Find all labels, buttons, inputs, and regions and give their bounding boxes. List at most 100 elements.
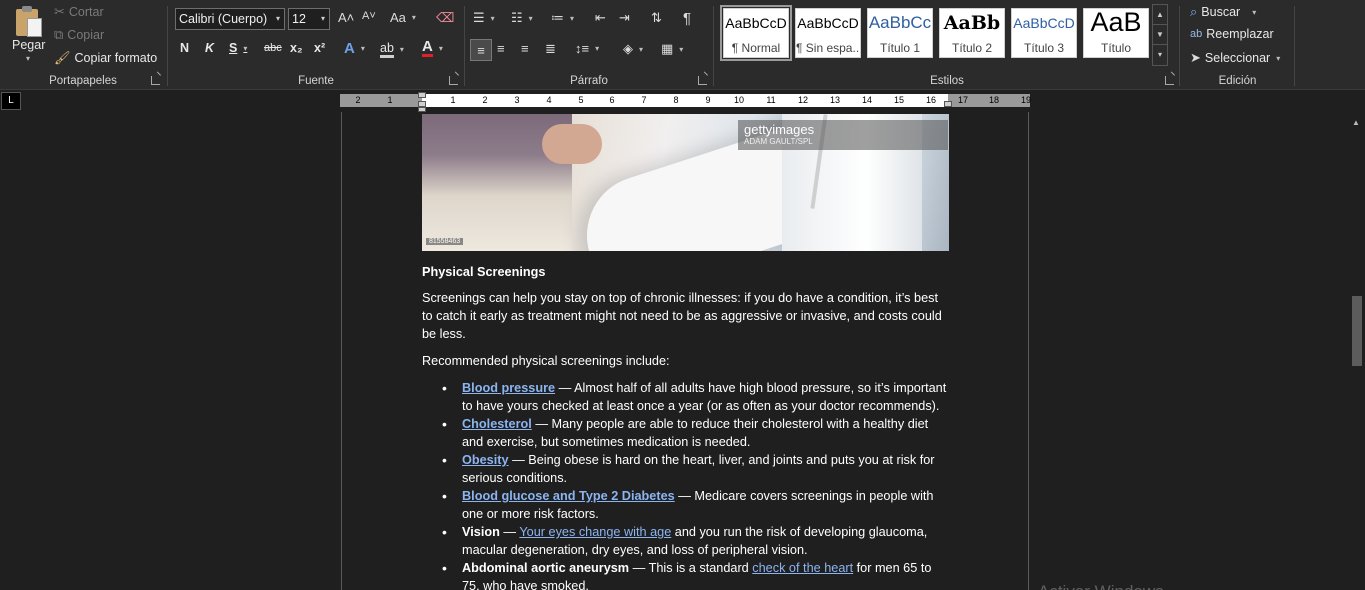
gallery-up-icon[interactable]: ▲ xyxy=(1153,5,1167,25)
gallery-down-icon[interactable]: ▼ xyxy=(1153,25,1167,45)
show-formatting-button[interactable]: ¶ xyxy=(683,10,691,27)
select-button[interactable]: ➤ Seleccionar ▾ xyxy=(1190,50,1280,66)
style-normal[interactable]: AaBbCcD ¶ Normal xyxy=(720,5,792,61)
superscript-button[interactable]: x² xyxy=(314,41,325,55)
ruler-tick: 14 xyxy=(861,95,873,105)
line-spacing-button[interactable]: ↕≡ ▾ xyxy=(575,41,599,56)
underline-button[interactable]: S ▾ xyxy=(229,41,247,55)
multilevel-list-button[interactable]: ≔ ▾ xyxy=(551,10,574,26)
ruler-tick: 11 xyxy=(766,95,776,105)
font-family-select[interactable]: Calibri (Cuerpo) ▾ xyxy=(175,8,285,30)
font-color-button[interactable]: A ▾ xyxy=(422,38,443,57)
style-no-spacing[interactable]: AaBbCcD ¶ Sin espa... xyxy=(795,8,861,58)
subscript-button[interactable]: x₂ xyxy=(290,41,303,55)
styles-launcher-icon[interactable] xyxy=(1165,76,1174,85)
style-name: Título 2 xyxy=(951,41,993,55)
eyes-change-link[interactable]: Your eyes change with age xyxy=(519,525,671,539)
ruler-tick: 18 xyxy=(988,95,1000,105)
italic-icon: K xyxy=(205,41,215,55)
font-launcher-icon[interactable] xyxy=(449,76,458,85)
numbering-button[interactable]: ☷ ▾ xyxy=(511,10,533,26)
find-button[interactable]: ⌕ Buscar ▾ xyxy=(1190,4,1256,20)
ruler-tick: 13 xyxy=(829,95,841,105)
align-left-button[interactable]: ≡ xyxy=(470,39,492,61)
font-color-icon: A xyxy=(422,38,433,57)
scroll-up-icon[interactable]: ▲ xyxy=(1352,118,1360,127)
copy-button[interactable]: ⧉ Copiar xyxy=(54,27,104,43)
ruler-tick: 9 xyxy=(705,95,711,105)
style-preview: AaBbCcD xyxy=(1013,15,1075,31)
copy-label: Copiar xyxy=(67,28,105,42)
change-case-icon: Aa xyxy=(390,10,406,25)
decrease-indent-button[interactable]: ⇤ xyxy=(595,10,606,26)
highlight-button[interactable]: ab ▾ xyxy=(380,41,404,58)
clear-formatting-button[interactable]: ⌫ xyxy=(436,10,454,26)
justify-button[interactable]: ≣ xyxy=(545,41,556,57)
font-group-label: Fuente xyxy=(298,75,334,87)
cholesterol-link[interactable]: Cholesterol xyxy=(462,417,532,431)
text-effects-button[interactable]: A ▾ xyxy=(344,40,365,57)
ruler-left-margin xyxy=(340,94,422,107)
document-image[interactable]: gettyimages ADAM GAULT/SPL 81558463 xyxy=(422,114,949,251)
clipboard-launcher-icon[interactable] xyxy=(151,76,160,85)
gallery-more-icon[interactable]: ▾ xyxy=(1153,45,1167,65)
ruler-tick: 2 xyxy=(355,95,361,105)
style-heading-1[interactable]: AaBbCc Título 1 xyxy=(867,8,933,58)
replace-button[interactable]: ab Reemplazar xyxy=(1190,27,1274,41)
increase-indent-button[interactable]: ⇥ xyxy=(619,10,630,26)
subscript-icon: x₂ xyxy=(290,41,303,55)
ruler-tick: 5 xyxy=(578,95,584,105)
strikethrough-button[interactable]: abc xyxy=(264,42,282,54)
format-painter-button[interactable]: 🖌 Copiar formato xyxy=(54,50,157,66)
paste-label: Pegar xyxy=(12,38,46,52)
first-line-indent-marker[interactable] xyxy=(418,92,426,98)
ruler-tick: 10 xyxy=(733,95,745,105)
borders-button[interactable]: ▦ ▾ xyxy=(661,41,683,57)
highlighter-icon: ab xyxy=(380,41,394,58)
align-center-button[interactable]: ≡ xyxy=(497,41,505,56)
document-body[interactable]: Physical Screenings Screenings can help … xyxy=(422,263,952,590)
horizontal-ruler[interactable]: 2 1 1 2 3 4 5 6 7 8 9 10 11 12 13 14 15 … xyxy=(340,94,1031,107)
screenings-list: Blood pressure — Almost half of all adul… xyxy=(422,379,952,590)
paragraph-launcher-icon[interactable] xyxy=(698,76,707,85)
shrink-font-button[interactable]: A˅ xyxy=(362,10,376,22)
ruler-tick: 4 xyxy=(546,95,552,105)
tab-selector[interactable]: L xyxy=(1,92,21,110)
change-case-button[interactable]: Aa ▾ xyxy=(390,10,416,25)
styles-gallery-scroll[interactable]: ▲ ▼ ▾ xyxy=(1152,4,1168,66)
grow-font-button[interactable]: A˄ xyxy=(338,10,354,25)
paste-icon[interactable] xyxy=(14,6,44,38)
scissors-icon: ✂ xyxy=(54,4,65,19)
style-title[interactable]: AaB Título xyxy=(1083,7,1149,58)
bullet-list-icon: ☰ xyxy=(473,10,485,25)
cut-button[interactable]: ✂ Cortar xyxy=(54,4,104,20)
align-right-button[interactable]: ≡ xyxy=(521,41,529,56)
list-item-text: — Many people are able to reduce their c… xyxy=(462,417,929,449)
italic-button[interactable]: K xyxy=(205,41,214,55)
right-indent-marker[interactable] xyxy=(944,101,952,107)
paste-options-caret[interactable]: ▾ xyxy=(24,54,30,63)
replace-icon: ab xyxy=(1190,28,1203,40)
ruler-tick: 6 xyxy=(609,95,615,105)
paste-button[interactable]: Pegar xyxy=(12,38,45,52)
grow-font-icon: A˄ xyxy=(338,10,355,25)
list-item: Vision — Your eyes change with age and y… xyxy=(422,523,952,559)
shading-button[interactable]: ◈ ▾ xyxy=(623,41,643,57)
heart-check-link[interactable]: check of the heart xyxy=(752,561,853,575)
style-heading-2[interactable]: AaBb Título 2 xyxy=(939,8,1005,58)
diabetes-link[interactable]: Blood glucose and Type 2 Diabetes xyxy=(462,489,675,503)
sort-button[interactable]: ⇅ xyxy=(651,10,662,26)
text-effects-icon: A xyxy=(344,40,355,57)
obesity-link[interactable]: Obesity xyxy=(462,453,509,467)
scroll-thumb[interactable] xyxy=(1352,296,1362,366)
document-page[interactable]: gettyimages ADAM GAULT/SPL 81558463 Phys… xyxy=(341,112,1029,590)
font-size-select[interactable]: 12 ▾ xyxy=(288,8,330,30)
vertical-scrollbar[interactable]: ▲ xyxy=(1349,112,1365,590)
bold-button[interactable]: N xyxy=(180,41,189,55)
style-heading-3[interactable]: AaBbCcD Título 3 xyxy=(1011,8,1077,58)
section-heading: Physical Screenings xyxy=(422,265,546,279)
style-preview: AaB xyxy=(1090,7,1142,37)
bullets-button[interactable]: ☰ ▾ xyxy=(473,10,495,26)
blood-pressure-link[interactable]: Blood pressure xyxy=(462,381,555,395)
activate-windows-watermark: Activar Windows xyxy=(1038,582,1164,590)
